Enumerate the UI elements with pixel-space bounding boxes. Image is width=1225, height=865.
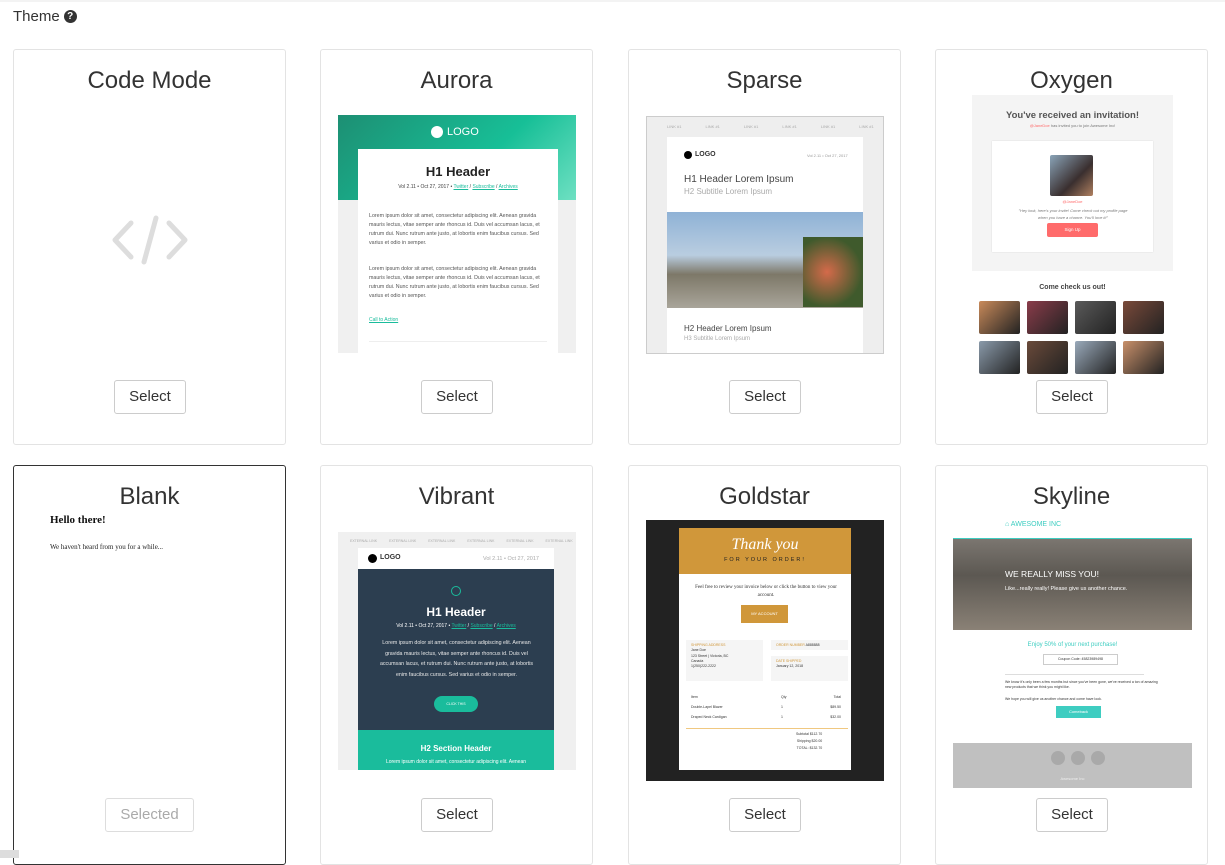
link: Twitter	[453, 184, 469, 190]
grid-photo	[1123, 341, 1164, 374]
grid-photo	[1027, 301, 1068, 334]
link: Subscribe	[472, 184, 495, 190]
selected-button[interactable]: Selected	[105, 798, 194, 832]
logo-text: LOGO	[380, 554, 401, 561]
theme-title: Code Mode	[87, 67, 212, 94]
aurora-preview[interactable]: LOGO H1 Header Vol 2.11 • Oct 27, 2017 •…	[338, 115, 576, 353]
grid-photo	[1075, 341, 1116, 374]
brand: AWESOME INC	[1010, 521, 1062, 528]
grid-photo	[1123, 301, 1164, 334]
theme-card-vibrant[interactable]: Vibrant EXTERNAL LINK EXTERNAL LINK EXTERN…	[320, 465, 593, 865]
avatar	[1050, 155, 1093, 196]
theme-label-text: Theme	[13, 8, 60, 25]
theme-card-goldstar[interactable]: Goldstar Thank you FOR YOUR ORDER! Feel …	[628, 465, 901, 865]
theme-title: Blank	[119, 483, 180, 510]
photo-grid	[979, 301, 1164, 374]
theme-card-code-mode[interactable]: Code Mode Select	[13, 49, 286, 445]
logo-text: LOGO	[695, 151, 716, 158]
theme-title: Skyline	[1032, 483, 1111, 510]
logo-text: LOGO	[447, 126, 479, 138]
theme-title: Aurora	[420, 67, 493, 94]
h3: H3 Subtitle Lorem Ipsum	[684, 336, 751, 342]
grid-photo	[1075, 301, 1116, 334]
h1: H1 Header	[425, 164, 491, 179]
hero-image	[953, 538, 1192, 630]
skyline-preview[interactable]: ⌂ AWESOME INC WE REALLY MISS YOU! Like..…	[953, 516, 1192, 788]
paragraph: Lorem ipsum dolor sit amet, consectetur …	[369, 213, 540, 246]
table-row: Double-Lapel Blazer 1 $89.50	[691, 705, 841, 709]
meta: Vol 2.11 • Oct 27, 2017 •	[398, 184, 453, 190]
h1: H1 Header Lorem Ipsum	[684, 174, 794, 185]
theme-title: Goldstar	[719, 483, 810, 510]
goldstar-preview[interactable]: Thank you FOR YOUR ORDER! Feel free to r…	[646, 520, 884, 781]
theme-card-blank[interactable]: Blank Hello there! We haven't heard from…	[13, 465, 286, 865]
select-button[interactable]: Select	[729, 798, 801, 832]
h2: H2 Subtitle Lorem Ipsum	[684, 187, 773, 196]
theme-title: Sparse	[726, 67, 803, 94]
date: Vol 2.11 • Oct 27, 2017	[807, 153, 848, 158]
google-plus-icon	[1071, 751, 1085, 765]
sparse-preview[interactable]: LINK #1 LINK #1 LINK #1 LINK #1 LINK #1 LINK …	[646, 116, 884, 354]
facebook-icon	[1091, 751, 1105, 765]
theme-section-label: Theme ?	[13, 8, 77, 25]
grid-photo	[979, 341, 1020, 374]
grid-photo	[979, 301, 1020, 334]
select-button[interactable]: Select	[1036, 798, 1108, 832]
signup-button: Sign Up	[1047, 223, 1098, 237]
photo	[667, 212, 863, 308]
select-button[interactable]: Select	[114, 380, 186, 414]
invite-title: You've received an invitation!	[1005, 110, 1139, 121]
blank-paragraph: We haven't heard from you for a while...	[50, 543, 164, 551]
select-button[interactable]: Select	[421, 380, 493, 414]
theme-card-skyline[interactable]: Skyline ⌂ AWESOME INC WE REALLY MISS YOU…	[935, 465, 1208, 865]
blank-heading: Hello there!	[50, 514, 106, 526]
table-row: Draped Neck Cardigan 1 $32.00	[691, 715, 841, 719]
twitter-icon	[1051, 751, 1065, 765]
select-button[interactable]: Select	[729, 380, 801, 414]
theme-card-sparse[interactable]: Sparse LINK #1 LINK #1 LINK #1 LINK #1 LINK …	[628, 49, 901, 445]
paragraph: Lorem ipsum dolor sit amet, consectetur …	[369, 266, 540, 299]
order-table: Item Qty Total Double-Lapel Blazer 1 $89.50 Dr…	[691, 695, 841, 725]
click-this-button: CLICK THIS	[434, 696, 478, 712]
lightbulb-icon	[451, 586, 461, 596]
table-row: Item Qty Total	[691, 695, 841, 699]
grid-photo	[1027, 341, 1068, 374]
h2-header: H2 Header Lorem Ipsum	[684, 324, 772, 333]
theme-card-oxygen[interactable]: Oxygen You've received an invitation! @J…	[935, 49, 1208, 445]
oxygen-preview[interactable]: You've received an invitation! @JaneDoe …	[972, 95, 1173, 375]
question-circle-icon[interactable]: ?	[63, 10, 77, 23]
link: Archives	[498, 184, 518, 190]
top-divider	[0, 0, 1225, 2]
code-icon	[112, 215, 188, 265]
theme-title: Vibrant	[418, 483, 495, 510]
theme-title: Oxygen	[1030, 67, 1113, 94]
select-button[interactable]: Select	[1036, 380, 1108, 414]
cta-link: Call to Action	[369, 317, 399, 323]
vibrant-preview[interactable]: EXTERNAL LINK EXTERNAL LINK EXTERNAL LINK E…	[338, 532, 576, 770]
theme-card-aurora[interactable]: Aurora LOGO H1 Header Vol 2.11 • Oct 27,…	[320, 49, 593, 445]
horizontal-scrollbar[interactable]	[0, 850, 19, 858]
select-button[interactable]: Select	[421, 798, 493, 832]
